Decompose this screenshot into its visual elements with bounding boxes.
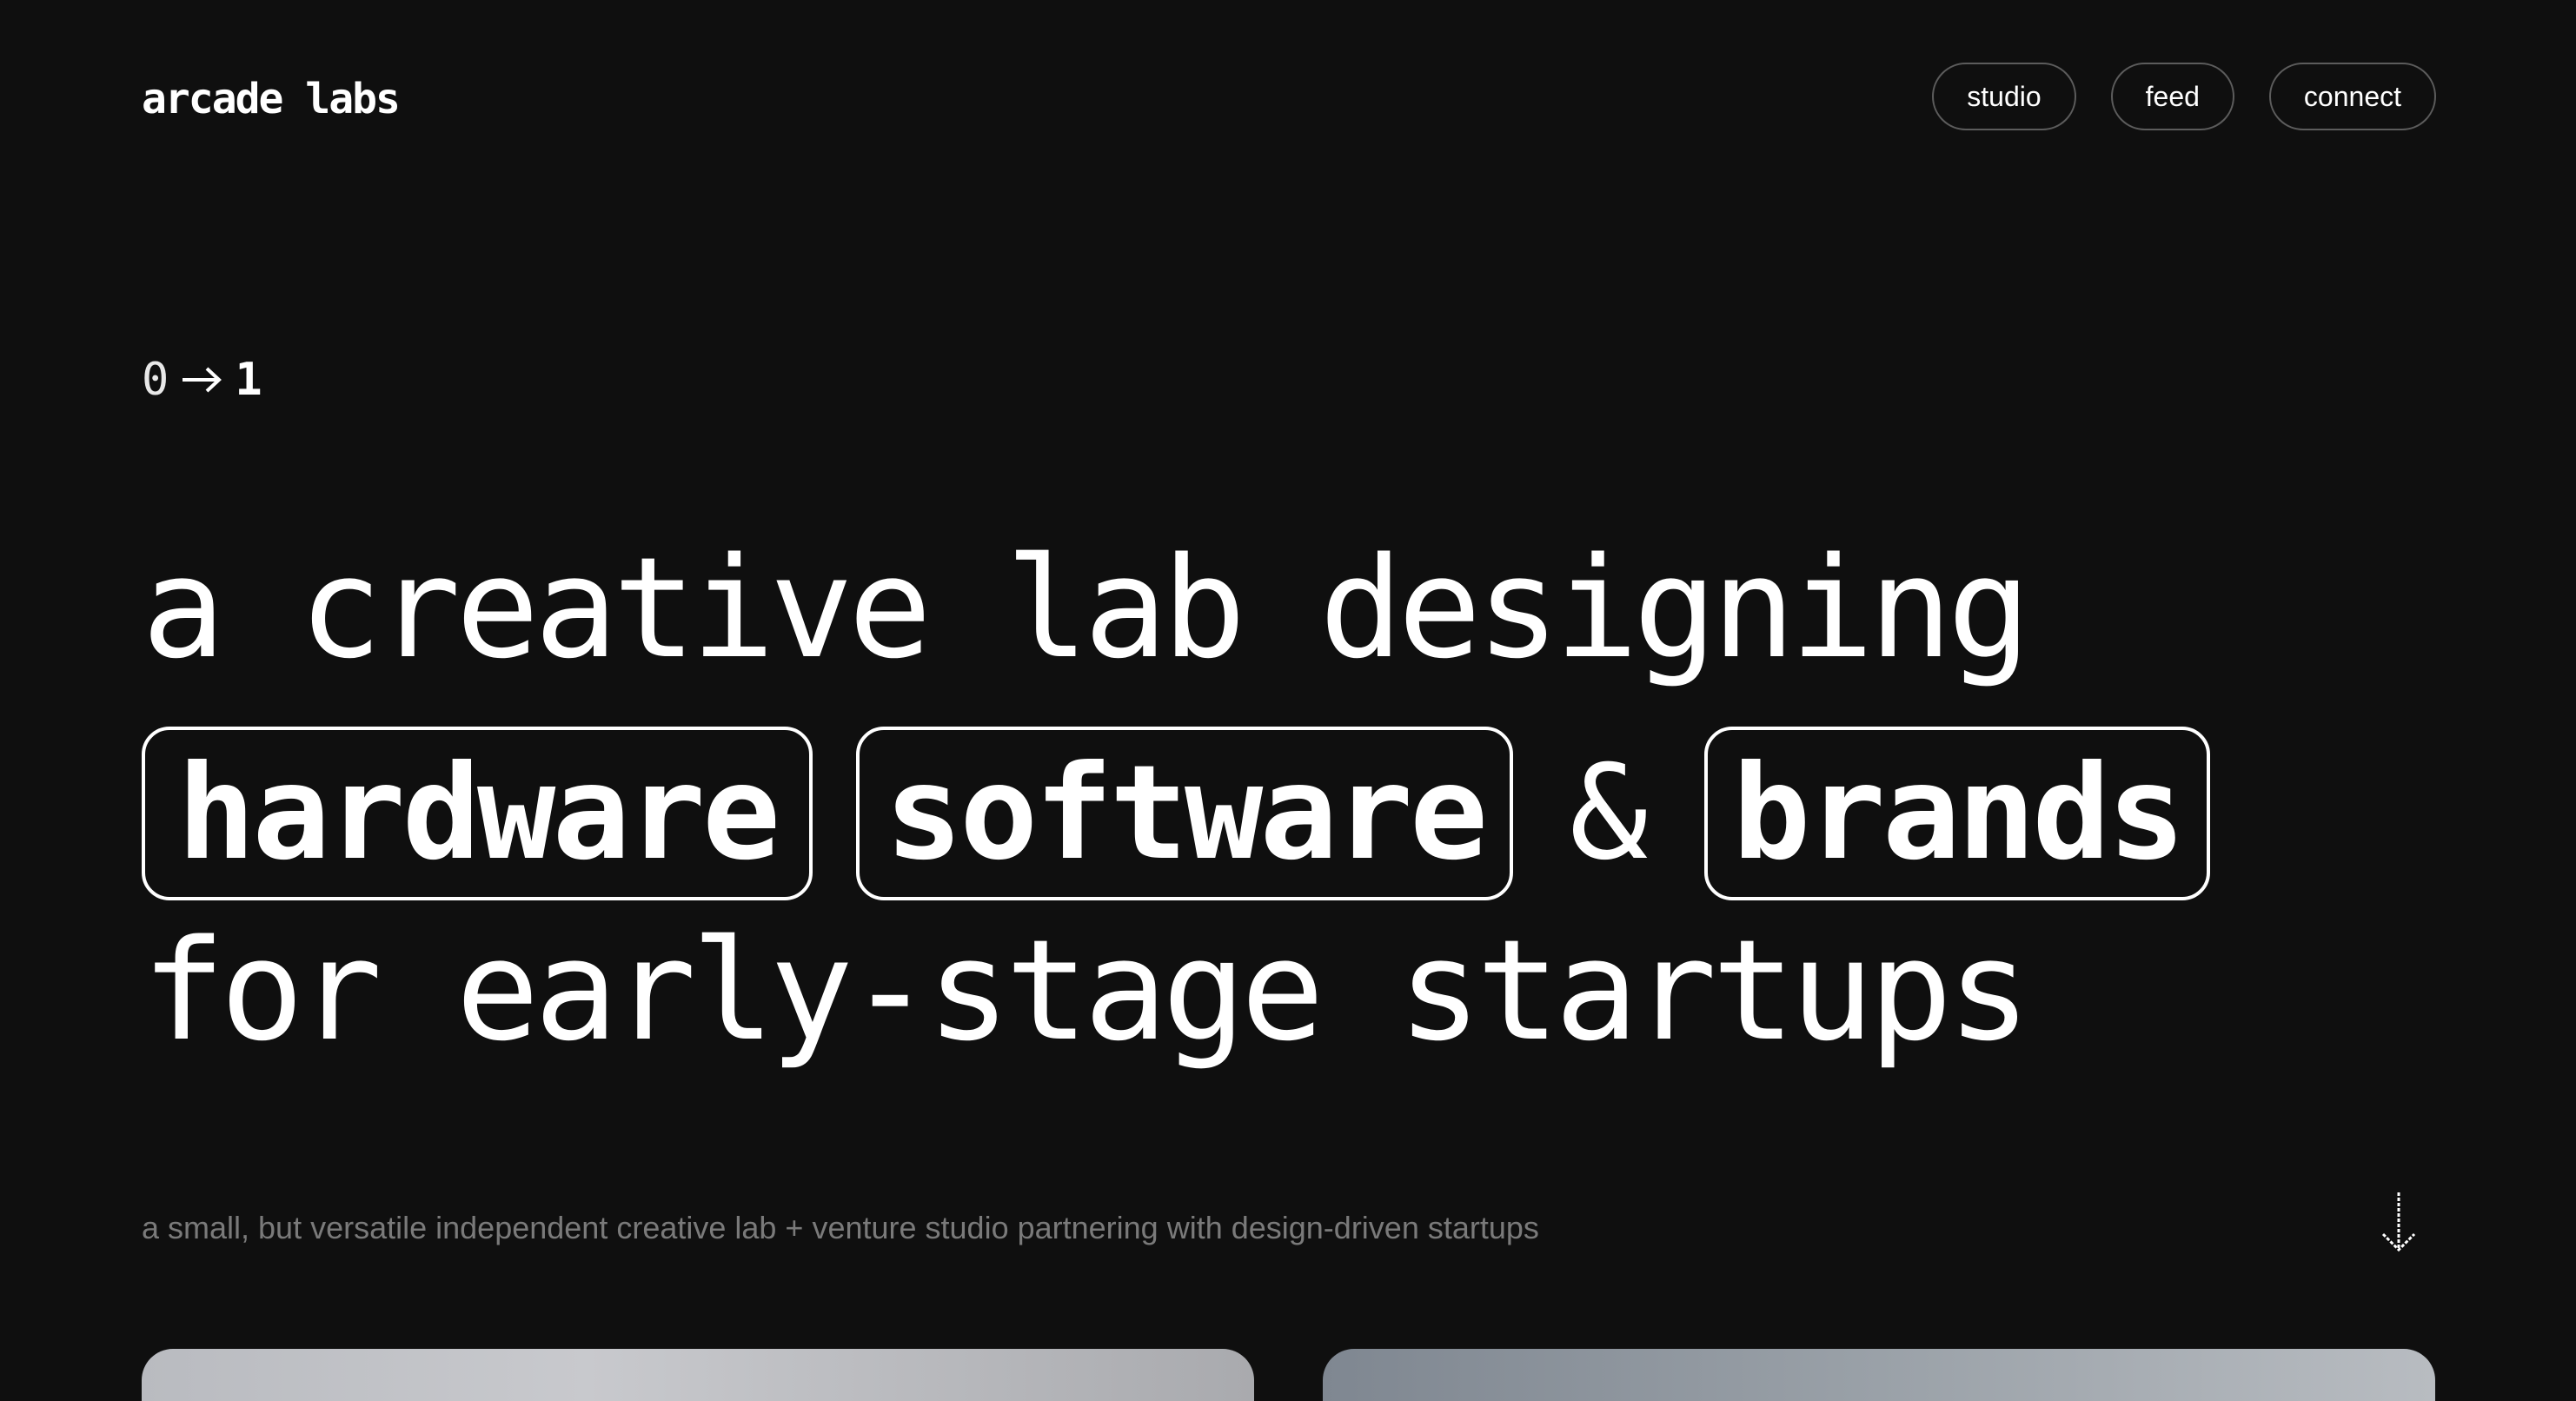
arrow-right-icon (183, 367, 222, 393)
chip-brands[interactable]: brands (1704, 727, 2210, 900)
project-card-right[interactable] (1323, 1349, 2435, 1401)
arrow-down-icon (2381, 1192, 2416, 1252)
headline-line-1: a creative lab designing (142, 527, 2031, 689)
chip-software[interactable]: software (856, 727, 1513, 900)
scroll-down-button[interactable] (2378, 1191, 2420, 1253)
nav-studio-button[interactable]: studio (1932, 63, 2076, 130)
project-card-left[interactable] (142, 1349, 1254, 1401)
nav-feed-button[interactable]: feed (2110, 63, 2234, 130)
headline-line-3: for early-stage startups (142, 909, 2031, 1072)
nav-connect-button[interactable]: connect (2268, 63, 2436, 130)
main-nav: studio feed connect (1932, 63, 2436, 130)
zero-to-one-label: 0 1 (142, 352, 262, 408)
counter-from: 0 (142, 354, 169, 406)
logo[interactable]: arcade labs (142, 73, 401, 125)
chip-hardware[interactable]: hardware (142, 727, 813, 900)
tagline: a small, but versatile independent creat… (142, 1210, 1539, 1245)
ampersand: & (1569, 738, 1649, 889)
counter-to: 1 (235, 354, 262, 406)
headline-line-2: hardware software & brands (142, 727, 2210, 900)
